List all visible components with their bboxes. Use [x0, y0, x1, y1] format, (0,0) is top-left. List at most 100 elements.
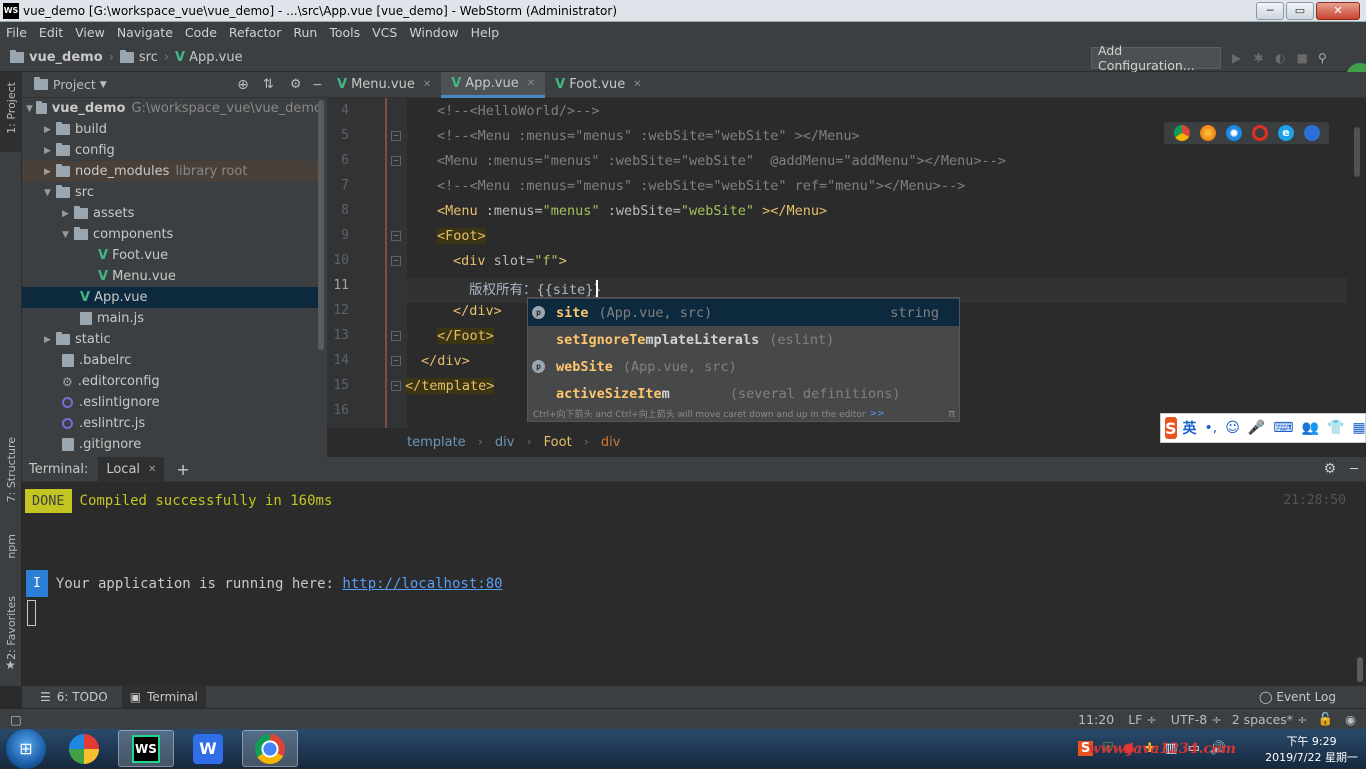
debug-icon[interactable]: ✱	[1254, 51, 1268, 65]
menu-view[interactable]: View	[69, 25, 111, 40]
code-line-14[interactable]: </div>	[421, 353, 470, 369]
gear-icon[interactable]: ⚙	[290, 77, 302, 92]
punctuation-icon[interactable]: •,	[1205, 420, 1218, 436]
tool-project[interactable]: 1: Project	[5, 82, 18, 134]
hide-icon[interactable]: ─	[1350, 462, 1358, 477]
menu-file[interactable]: File	[0, 25, 33, 40]
skin-icon[interactable]: 👕	[1327, 420, 1344, 436]
safari-icon[interactable]	[1226, 125, 1242, 141]
run-icon[interactable]: ▶	[1232, 51, 1246, 65]
nav-crumb-src[interactable]: src	[139, 50, 158, 65]
localhost-link[interactable]: http://localhost:80	[342, 576, 502, 592]
close-tab-icon[interactable]: ✕	[423, 79, 431, 90]
tree-item[interactable]: .eslintignore	[22, 392, 322, 413]
tree-item[interactable]: ▶ build	[22, 119, 322, 140]
menu-refactor[interactable]: Refactor	[223, 25, 287, 40]
tree-item[interactable]: ⚙ .editorconfig	[22, 371, 322, 392]
fold-marker-icon[interactable]: −	[391, 156, 401, 166]
line-separator[interactable]: LF ÷	[1128, 712, 1157, 727]
menu-navigate[interactable]: Navigate	[111, 25, 179, 40]
keyboard-icon[interactable]: ⌨	[1273, 420, 1293, 436]
opera-icon[interactable]	[1252, 125, 1268, 141]
new-terminal-icon[interactable]: +	[176, 460, 189, 479]
start-button[interactable]: ⊞	[6, 728, 46, 769]
tab-app-vue[interactable]: V App.vue ✕	[441, 71, 546, 98]
tree-item[interactable]: V Foot.vue	[22, 245, 322, 266]
fold-marker-icon[interactable]: −	[391, 381, 401, 391]
close-button[interactable]: ✕	[1316, 1, 1360, 20]
fold-marker-icon[interactable]: −	[391, 231, 401, 241]
editor-scrollbar[interactable]	[1354, 127, 1360, 177]
coverage-icon[interactable]: ◐	[1275, 51, 1289, 65]
suggestion-item[interactable]: p site (App.vue, src) string	[528, 299, 959, 326]
chevron-down-icon[interactable]: ▼	[100, 80, 107, 90]
grid-menu-icon[interactable]: ▦	[1352, 420, 1365, 436]
code-line-8[interactable]: <Menu :menus="menus" :webSite="webSite" …	[437, 203, 827, 219]
tree-item[interactable]: .eslintrc.js	[22, 413, 322, 434]
minimize-button[interactable]: ─	[1256, 1, 1284, 20]
tree-item[interactable]: V Menu.vue	[22, 266, 322, 287]
microphone-icon[interactable]: 🎤	[1248, 420, 1265, 436]
code-line-13[interactable]: </Foot>	[437, 328, 494, 344]
menu-run[interactable]: Run	[287, 25, 323, 40]
crumb-template[interactable]: template	[407, 435, 466, 450]
fold-marker-icon[interactable]: −	[391, 131, 401, 141]
collapse-icon[interactable]: ⇅	[263, 77, 274, 92]
fold-marker-icon[interactable]: −	[391, 256, 401, 266]
crumb-div[interactable]: div	[495, 435, 515, 450]
ime-language-toggle[interactable]: 英	[1183, 418, 1197, 438]
tree-item[interactable]: ▶ node_modules library root	[22, 161, 322, 182]
user-icon[interactable]: 👥	[1302, 420, 1319, 436]
tree-item[interactable]: ▼ src	[22, 182, 322, 203]
terminal-tab-local[interactable]: Local ✕	[98, 457, 165, 481]
event-log-button[interactable]: ◯ Event Log	[1259, 690, 1336, 704]
locate-icon[interactable]: ⊕	[237, 77, 249, 93]
tab-foot-vue[interactable]: V Foot.vue ✕	[545, 72, 652, 98]
terminal-tool-button[interactable]: ▣ Terminal	[121, 686, 206, 708]
chrome-icon[interactable]	[1174, 125, 1190, 141]
tool-npm[interactable]: npm	[5, 534, 18, 559]
code-line-10[interactable]: <div slot="f">	[453, 253, 567, 269]
gear-icon[interactable]: ⚙	[1324, 461, 1337, 477]
fold-marker-icon[interactable]: −	[391, 331, 401, 341]
project-view-selector[interactable]: Project	[53, 77, 96, 92]
code-line-5[interactable]: <!--<Menu :menus="menus" :webSite="webSi…	[437, 128, 860, 144]
tree-item[interactable]: ▶ assets	[22, 203, 322, 224]
maximize-button[interactable]: ▭	[1286, 1, 1314, 20]
menu-edit[interactable]: Edit	[33, 25, 69, 40]
crumb-foot[interactable]: Foot	[544, 435, 572, 450]
close-tab-icon[interactable]: ✕	[527, 78, 535, 89]
tree-item[interactable]: .gitignore	[22, 434, 322, 455]
emoji-icon[interactable]: ☺	[1225, 420, 1240, 436]
indent-setting[interactable]: 2 spaces* ÷	[1232, 712, 1308, 727]
code-line-11[interactable]: 版权所有：{{site}}	[469, 278, 602, 298]
tree-item[interactable]: main.js	[22, 308, 322, 329]
close-tab-icon[interactable]: ✕	[148, 464, 156, 475]
pi-icon[interactable]: π	[948, 407, 955, 420]
edge-icon[interactable]	[1304, 125, 1320, 141]
taskbar-app-wps[interactable]: W	[180, 730, 236, 767]
tool-favorites[interactable]: 2: Favorites	[5, 596, 18, 660]
code-line-9[interactable]: <Foot>	[437, 228, 486, 244]
terminal-scrollbar[interactable]	[1357, 657, 1363, 682]
menu-help[interactable]: Help	[465, 25, 506, 40]
nav-crumb-project[interactable]: vue_demo	[29, 50, 103, 65]
lock-icon[interactable]: 🔓	[1318, 711, 1334, 727]
add-configuration-button[interactable]: Add Configuration...	[1091, 43, 1221, 73]
tree-item[interactable]: ▶ config	[22, 140, 322, 161]
menu-code[interactable]: Code	[179, 25, 223, 40]
sogou-logo-icon[interactable]: S	[1165, 417, 1177, 439]
code-line-6[interactable]: <Menu :menus="menus" :webSite="webSite" …	[437, 153, 1006, 169]
tool-structure[interactable]: 7: Structure	[5, 437, 18, 502]
nav-crumb-file[interactable]: App.vue	[189, 50, 242, 65]
fold-marker-icon[interactable]: −	[391, 356, 401, 366]
tab-menu-vue[interactable]: V Menu.vue ✕	[327, 72, 441, 98]
tool-windows-icon[interactable]: ▢	[10, 712, 22, 727]
hide-icon[interactable]: ─	[313, 77, 321, 92]
autocomplete-more-link[interactable]: >>	[870, 409, 885, 419]
file-encoding[interactable]: UTF-8 ÷	[1171, 712, 1222, 727]
close-tab-icon[interactable]: ✕	[633, 79, 641, 90]
code-line-12[interactable]: </div>	[453, 303, 502, 319]
tree-item[interactable]: ▼ components	[22, 224, 322, 245]
inspector-icon[interactable]: ◉	[1345, 712, 1356, 727]
